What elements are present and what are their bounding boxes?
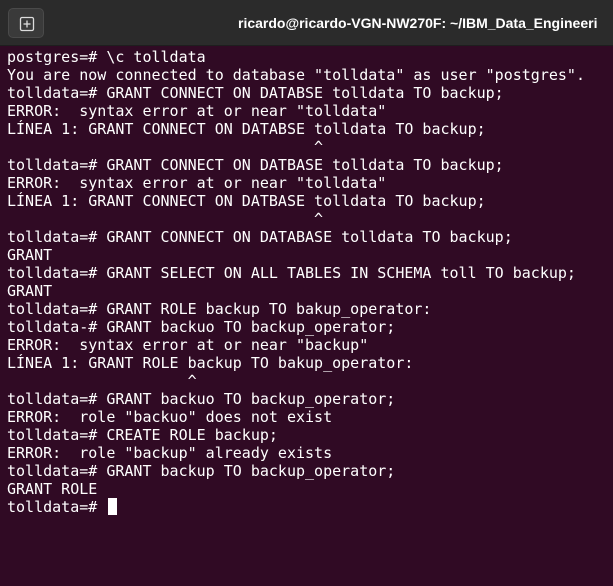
terminal-window: ricardo@ricardo-VGN-NW270F: ~/IBM_Data_E… [0, 0, 613, 586]
terminal-line: LÍNEA 1: GRANT CONNECT ON DATBASE tollda… [7, 192, 486, 210]
new-tab-icon [19, 16, 35, 32]
terminal-line: tolldata=# GRANT CONNECT ON DATABASE tol… [7, 228, 513, 246]
terminal-line: You are now connected to database "tolld… [7, 66, 585, 84]
terminal-line: tolldata-# GRANT backuo TO backup_operat… [7, 318, 396, 336]
new-tab-button[interactable] [8, 8, 44, 38]
terminal-line: LÍNEA 1: GRANT ROLE backup TO bakup_oper… [7, 354, 414, 372]
terminal-line: ERROR: role "backup" already exists [7, 444, 333, 462]
terminal-line: GRANT [7, 246, 53, 264]
terminal-line: postgres=# \c tolldata [7, 48, 206, 66]
terminal-output[interactable]: postgres=# \c tolldata You are now connec… [7, 48, 613, 586]
terminal-prompt: tolldata=# [7, 498, 107, 516]
terminal-lines: postgres=# \c tolldata You are now connec… [7, 48, 613, 498]
terminal-prompt-line[interactable]: tolldata=# [7, 498, 613, 516]
terminal-line: ^ [7, 372, 197, 390]
terminal-line: tolldata=# GRANT backup TO backup_operat… [7, 462, 396, 480]
terminal-line: ^ [7, 210, 324, 228]
terminal-line: tolldata=# GRANT ROLE backup TO bakup_op… [7, 300, 432, 318]
terminal-line: tolldata=# GRANT CONNECT ON DATBASE toll… [7, 156, 504, 174]
terminal-line: LÍNEA 1: GRANT CONNECT ON DATABSE tollda… [7, 120, 486, 138]
terminal-line: GRANT [7, 282, 53, 300]
terminal-line: ERROR: syntax error at or near "tolldata… [7, 174, 387, 192]
terminal-line: ERROR: syntax error at or near "tolldata… [7, 102, 387, 120]
title-bar: ricardo@ricardo-VGN-NW270F: ~/IBM_Data_E… [0, 0, 613, 46]
terminal-line: tolldata=# GRANT CONNECT ON DATABSE toll… [7, 84, 504, 102]
terminal-line: ERROR: role "backuo" does not exist [7, 408, 333, 426]
window-title: ricardo@ricardo-VGN-NW270F: ~/IBM_Data_E… [238, 15, 598, 31]
terminal-line: tolldata=# CREATE ROLE backup; [7, 426, 278, 444]
terminal-line: ERROR: syntax error at or near "backup" [7, 336, 369, 354]
terminal-line: tolldata=# GRANT SELECT ON ALL TABLES IN… [7, 264, 576, 282]
terminal-line: GRANT ROLE [7, 480, 98, 498]
terminal-line: ^ [7, 138, 324, 156]
terminal-line: tolldata=# GRANT backuo TO backup_operat… [7, 390, 396, 408]
text-cursor [108, 498, 118, 515]
